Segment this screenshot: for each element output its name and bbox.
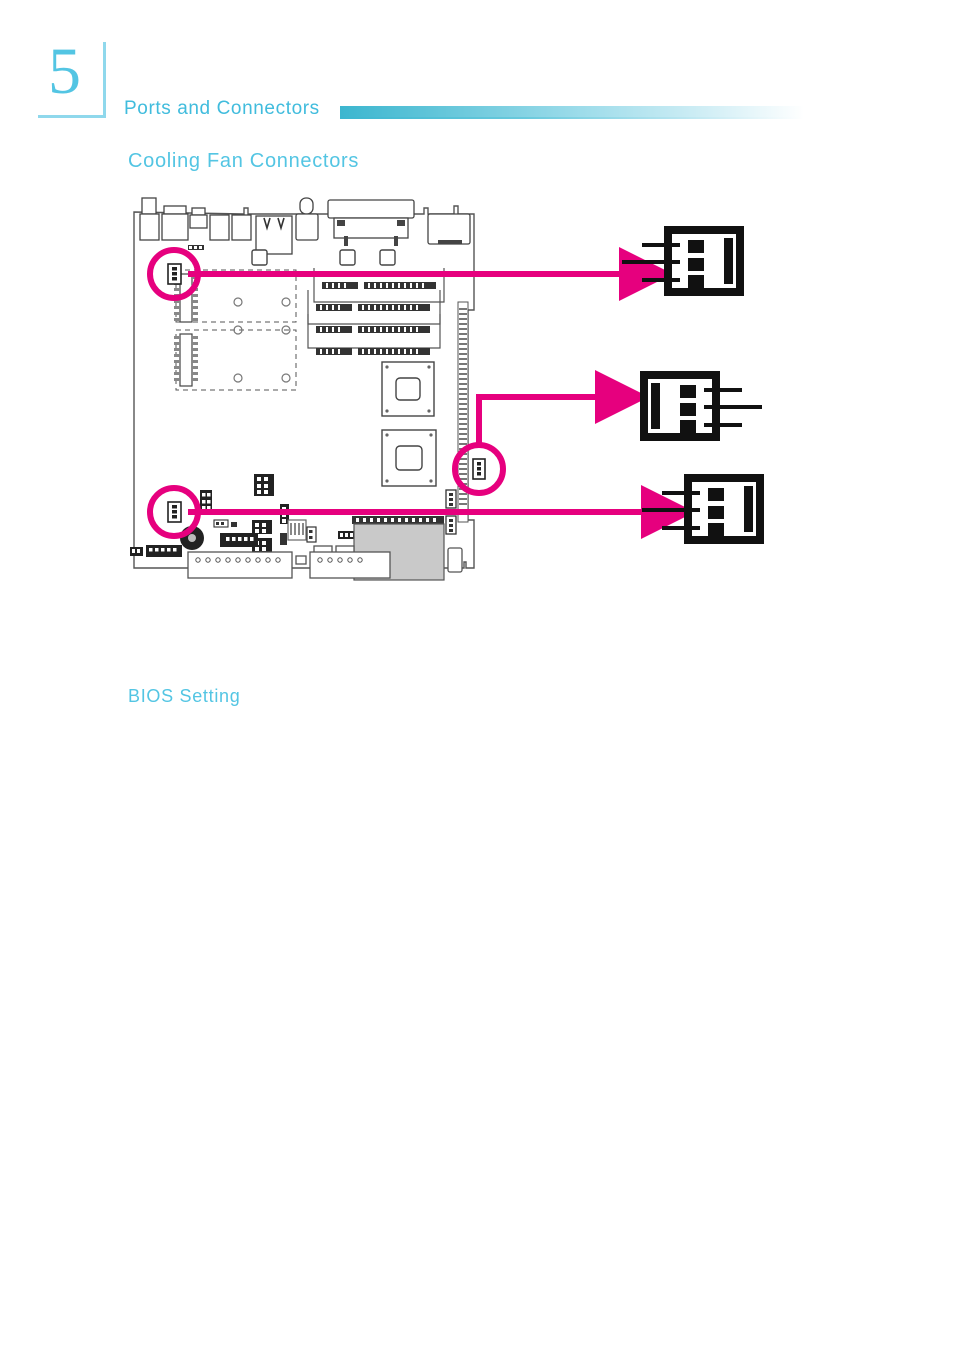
- chip-packages: [381, 361, 437, 487]
- bottom-edge-connectors: [187, 551, 391, 579]
- header-rule: [340, 117, 804, 119]
- section-heading-bios-setting: BIOS Setting: [128, 686, 241, 706]
- standoff-holes: [233, 297, 291, 383]
- running-header: Ports and Connectors: [124, 98, 804, 128]
- smd-components: [188, 245, 204, 250]
- callout-line-middle: [476, 370, 649, 445]
- fan-header-middle-right: [472, 458, 486, 480]
- motherboard-diagram-svg: [130, 197, 764, 581]
- chapter-number: 5: [48, 35, 81, 108]
- running-header-title: Ports and Connectors: [124, 98, 320, 119]
- section-heading-cooling-fan: Cooling Fan Connectors: [128, 150, 360, 172]
- header-accent-bar: [340, 106, 804, 117]
- chapter-badge: 5: [38, 35, 106, 118]
- pin-headers: [130, 474, 356, 557]
- fan-connector-symbol-bottom: [642, 474, 764, 544]
- fan-header-top-left: [167, 263, 182, 285]
- cooling-fan-connectors-figure: [128, 190, 828, 590]
- fan-connector-symbol-top: [622, 226, 744, 296]
- fan-header-bottom-left: [167, 501, 182, 523]
- dimm-slots: [307, 268, 445, 355]
- fan-connector-symbol-middle: [640, 371, 762, 441]
